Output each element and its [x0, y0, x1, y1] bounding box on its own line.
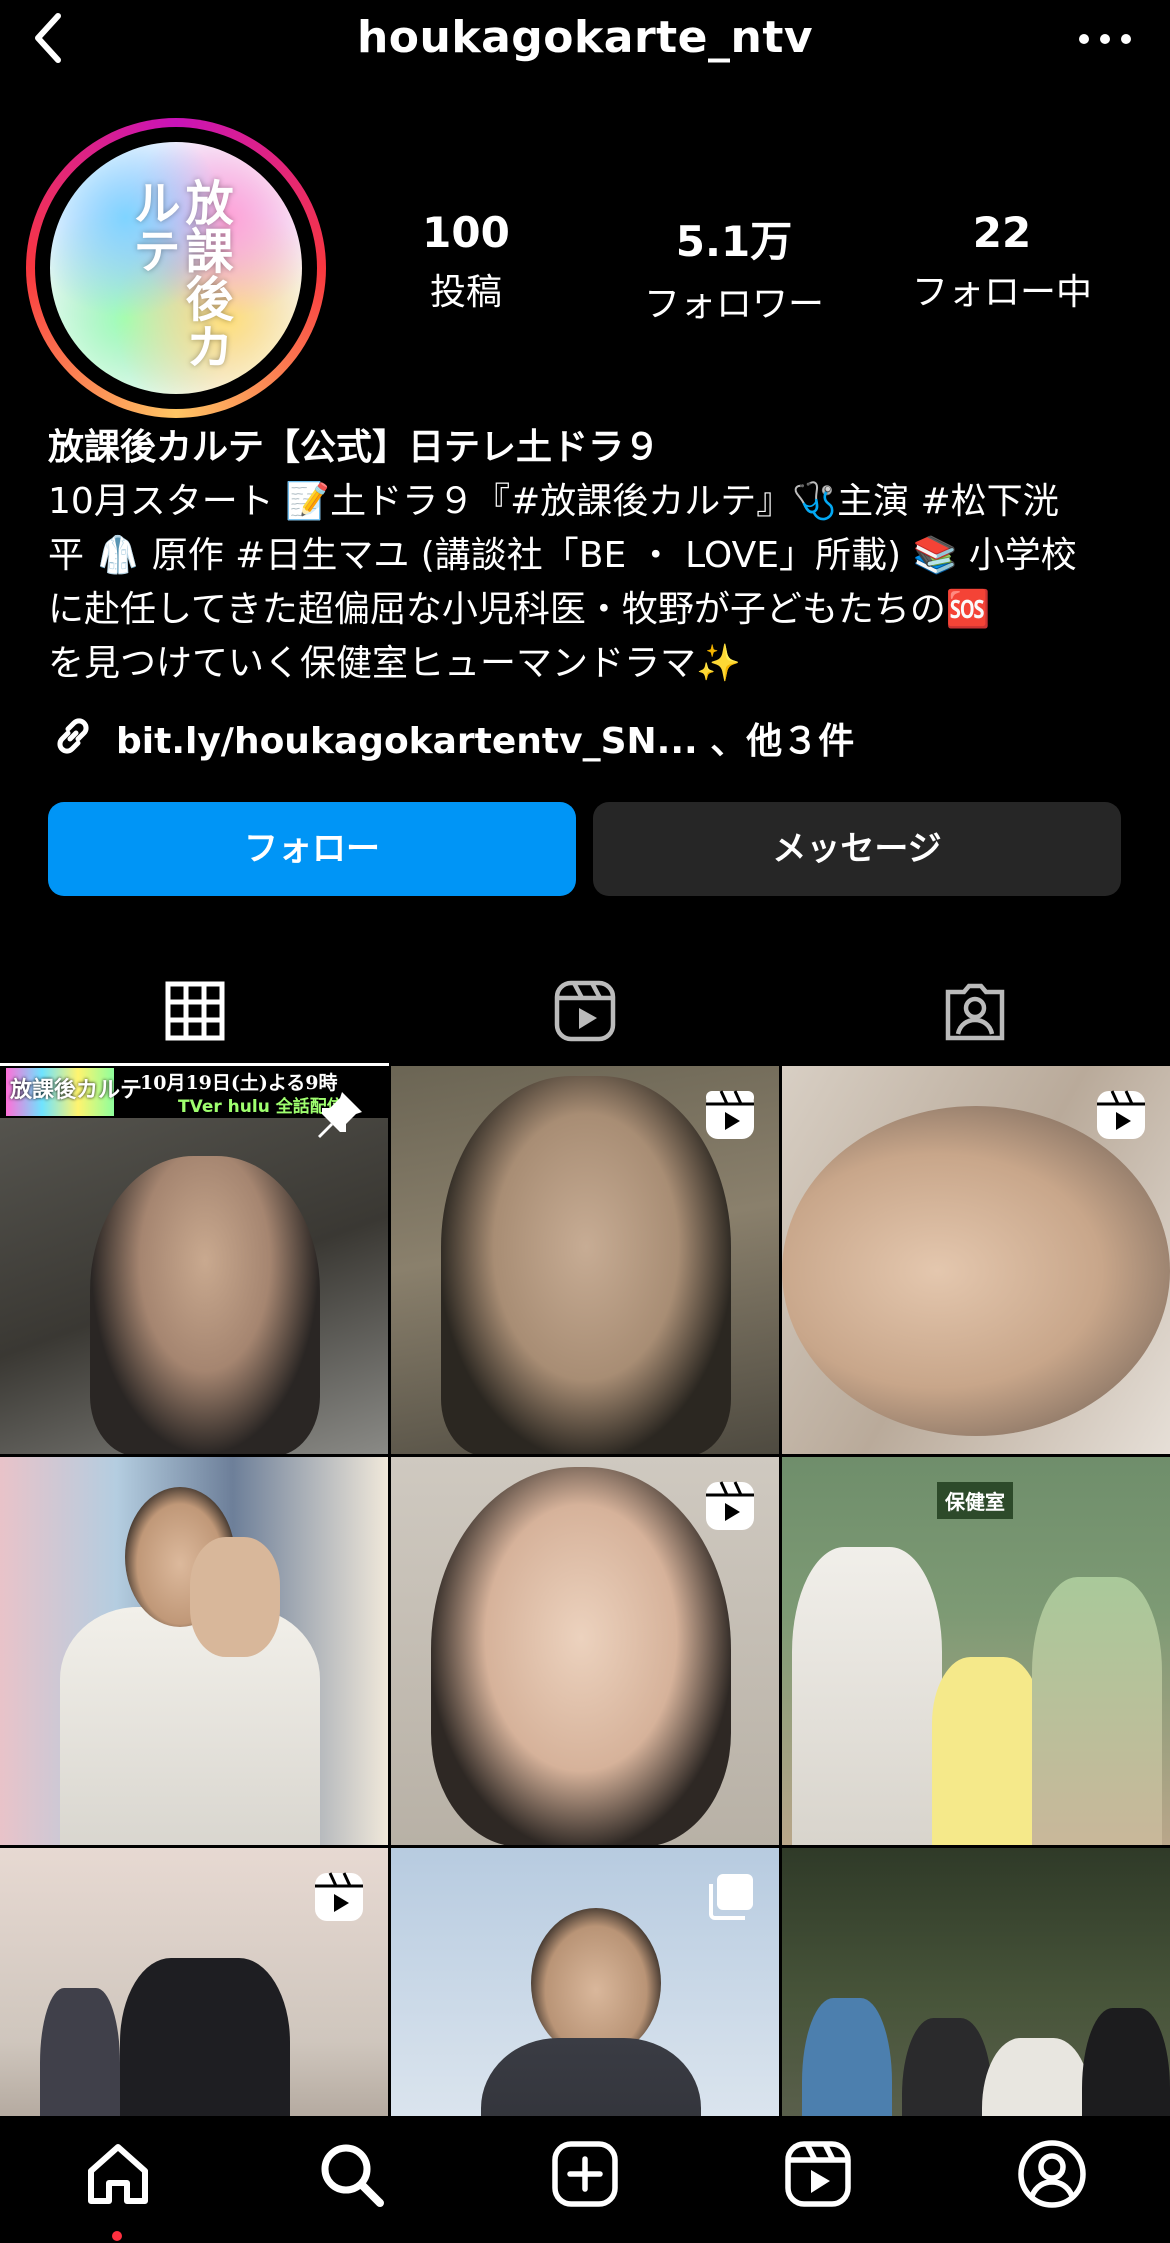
message-button[interactable]: メッセージ [593, 802, 1121, 896]
pin-icon [312, 1088, 366, 1142]
following-count-value: 22 [972, 208, 1032, 257]
followers-count-label: フォロワー [643, 284, 824, 325]
posts-count-value: 100 [422, 208, 510, 257]
bio-line: 10月スタート 📝土ドラ９『#放課後カルテ』🩺主演 #松下洸 [48, 481, 1059, 522]
link-icon [48, 711, 98, 765]
grid-post[interactable] [782, 1066, 1170, 1454]
posts-count[interactable]: 100 投稿 [356, 208, 576, 315]
create-icon [550, 2139, 620, 2213]
banner-title: 放課後カルテ [10, 1078, 143, 1103]
grid-post[interactable] [391, 1848, 779, 2116]
bio-line: 平 🥼 原作 #日生マユ (講談社「BE ・ LOVE」所載) 📚 小学校 [48, 535, 1077, 576]
carousel-icon [703, 1870, 757, 1924]
profile-tabs [0, 958, 1170, 1068]
grid-post[interactable] [0, 1457, 388, 1845]
following-count[interactable]: 22 フォロー中 [892, 208, 1112, 315]
following-count-label: フォロー中 [911, 272, 1092, 313]
reel-indicator-icon [1094, 1088, 1148, 1142]
grid-post[interactable]: 放課後カルテ 10月19日(土)よる9時 TVer hulu 全話配信 [0, 1066, 388, 1454]
notification-dot [112, 2231, 122, 2241]
tab-reels[interactable] [390, 958, 780, 1068]
grid-post[interactable] [391, 1066, 779, 1454]
reels-icon [783, 2139, 853, 2213]
nav-search[interactable] [311, 2136, 391, 2216]
tagged-icon [942, 978, 1008, 1048]
reel-indicator-icon [703, 1088, 757, 1142]
nav-reels[interactable] [778, 2136, 858, 2216]
follow-button[interactable]: フォロー [48, 802, 576, 896]
posts-count-label: 投稿 [429, 272, 502, 313]
grid-post[interactable]: 保健室 [782, 1457, 1170, 1845]
bio: 10月スタート 📝土ドラ９『#放課後カルテ』🩺主演 #松下洸 平 🥼 原作 #日… [48, 475, 1128, 691]
profile-avatar[interactable]: 放課後カルテ [26, 118, 326, 418]
profile-username: houkagokarte_ntv [356, 12, 814, 63]
search-icon [316, 2139, 386, 2213]
nav-create[interactable] [545, 2136, 625, 2216]
grid-post[interactable] [0, 1848, 388, 2116]
reel-indicator-icon [703, 1479, 757, 1533]
bottom-navigation [0, 2116, 1170, 2243]
display-name: 放課後カルテ【公式】日テレ土ドラ９ [48, 427, 661, 468]
avatar-image: 放課後カルテ [50, 142, 302, 394]
profile-link[interactable]: bit.ly/houkagokartentv_SN... 、他３件 [48, 712, 854, 764]
top-bar: houkagokarte_ntv [0, 0, 1170, 80]
bio-line: に赴任してきた超偏屈な小児科医・牧野が子どもたちの🆘 [48, 589, 991, 630]
reel-indicator-icon [312, 1870, 366, 1924]
avatar-logo-text: 放課後カルテ [123, 178, 233, 370]
more-options-icon[interactable] [1070, 14, 1140, 64]
profile-icon [1016, 2138, 1088, 2214]
post-sign-text: 保健室 [937, 1482, 1013, 1519]
link-text: bit.ly/houkagokartentv_SN... 、他３件 [116, 721, 855, 762]
grid-icon [164, 980, 226, 1046]
nav-home[interactable] [78, 2136, 158, 2216]
followers-count-value: 5.1万 [675, 217, 793, 266]
tab-tagged[interactable] [780, 958, 1170, 1068]
grid-post[interactable] [782, 1848, 1170, 2116]
home-icon [83, 2139, 153, 2213]
banner-air-info: 10月19日(土)よる9時 [140, 1072, 338, 1094]
tab-posts[interactable] [0, 958, 390, 1068]
reels-icon [552, 978, 618, 1048]
bio-line: を見つけていく保健室ヒューマンドラマ✨ [48, 643, 741, 684]
grid-post[interactable] [391, 1457, 779, 1845]
followers-count[interactable]: 5.1万 フォロワー [624, 208, 844, 327]
posts-grid: 放課後カルテ 10月19日(土)よる9時 TVer hulu 全話配信 保健室 [0, 1066, 1170, 2116]
nav-profile[interactable] [1012, 2136, 1092, 2216]
